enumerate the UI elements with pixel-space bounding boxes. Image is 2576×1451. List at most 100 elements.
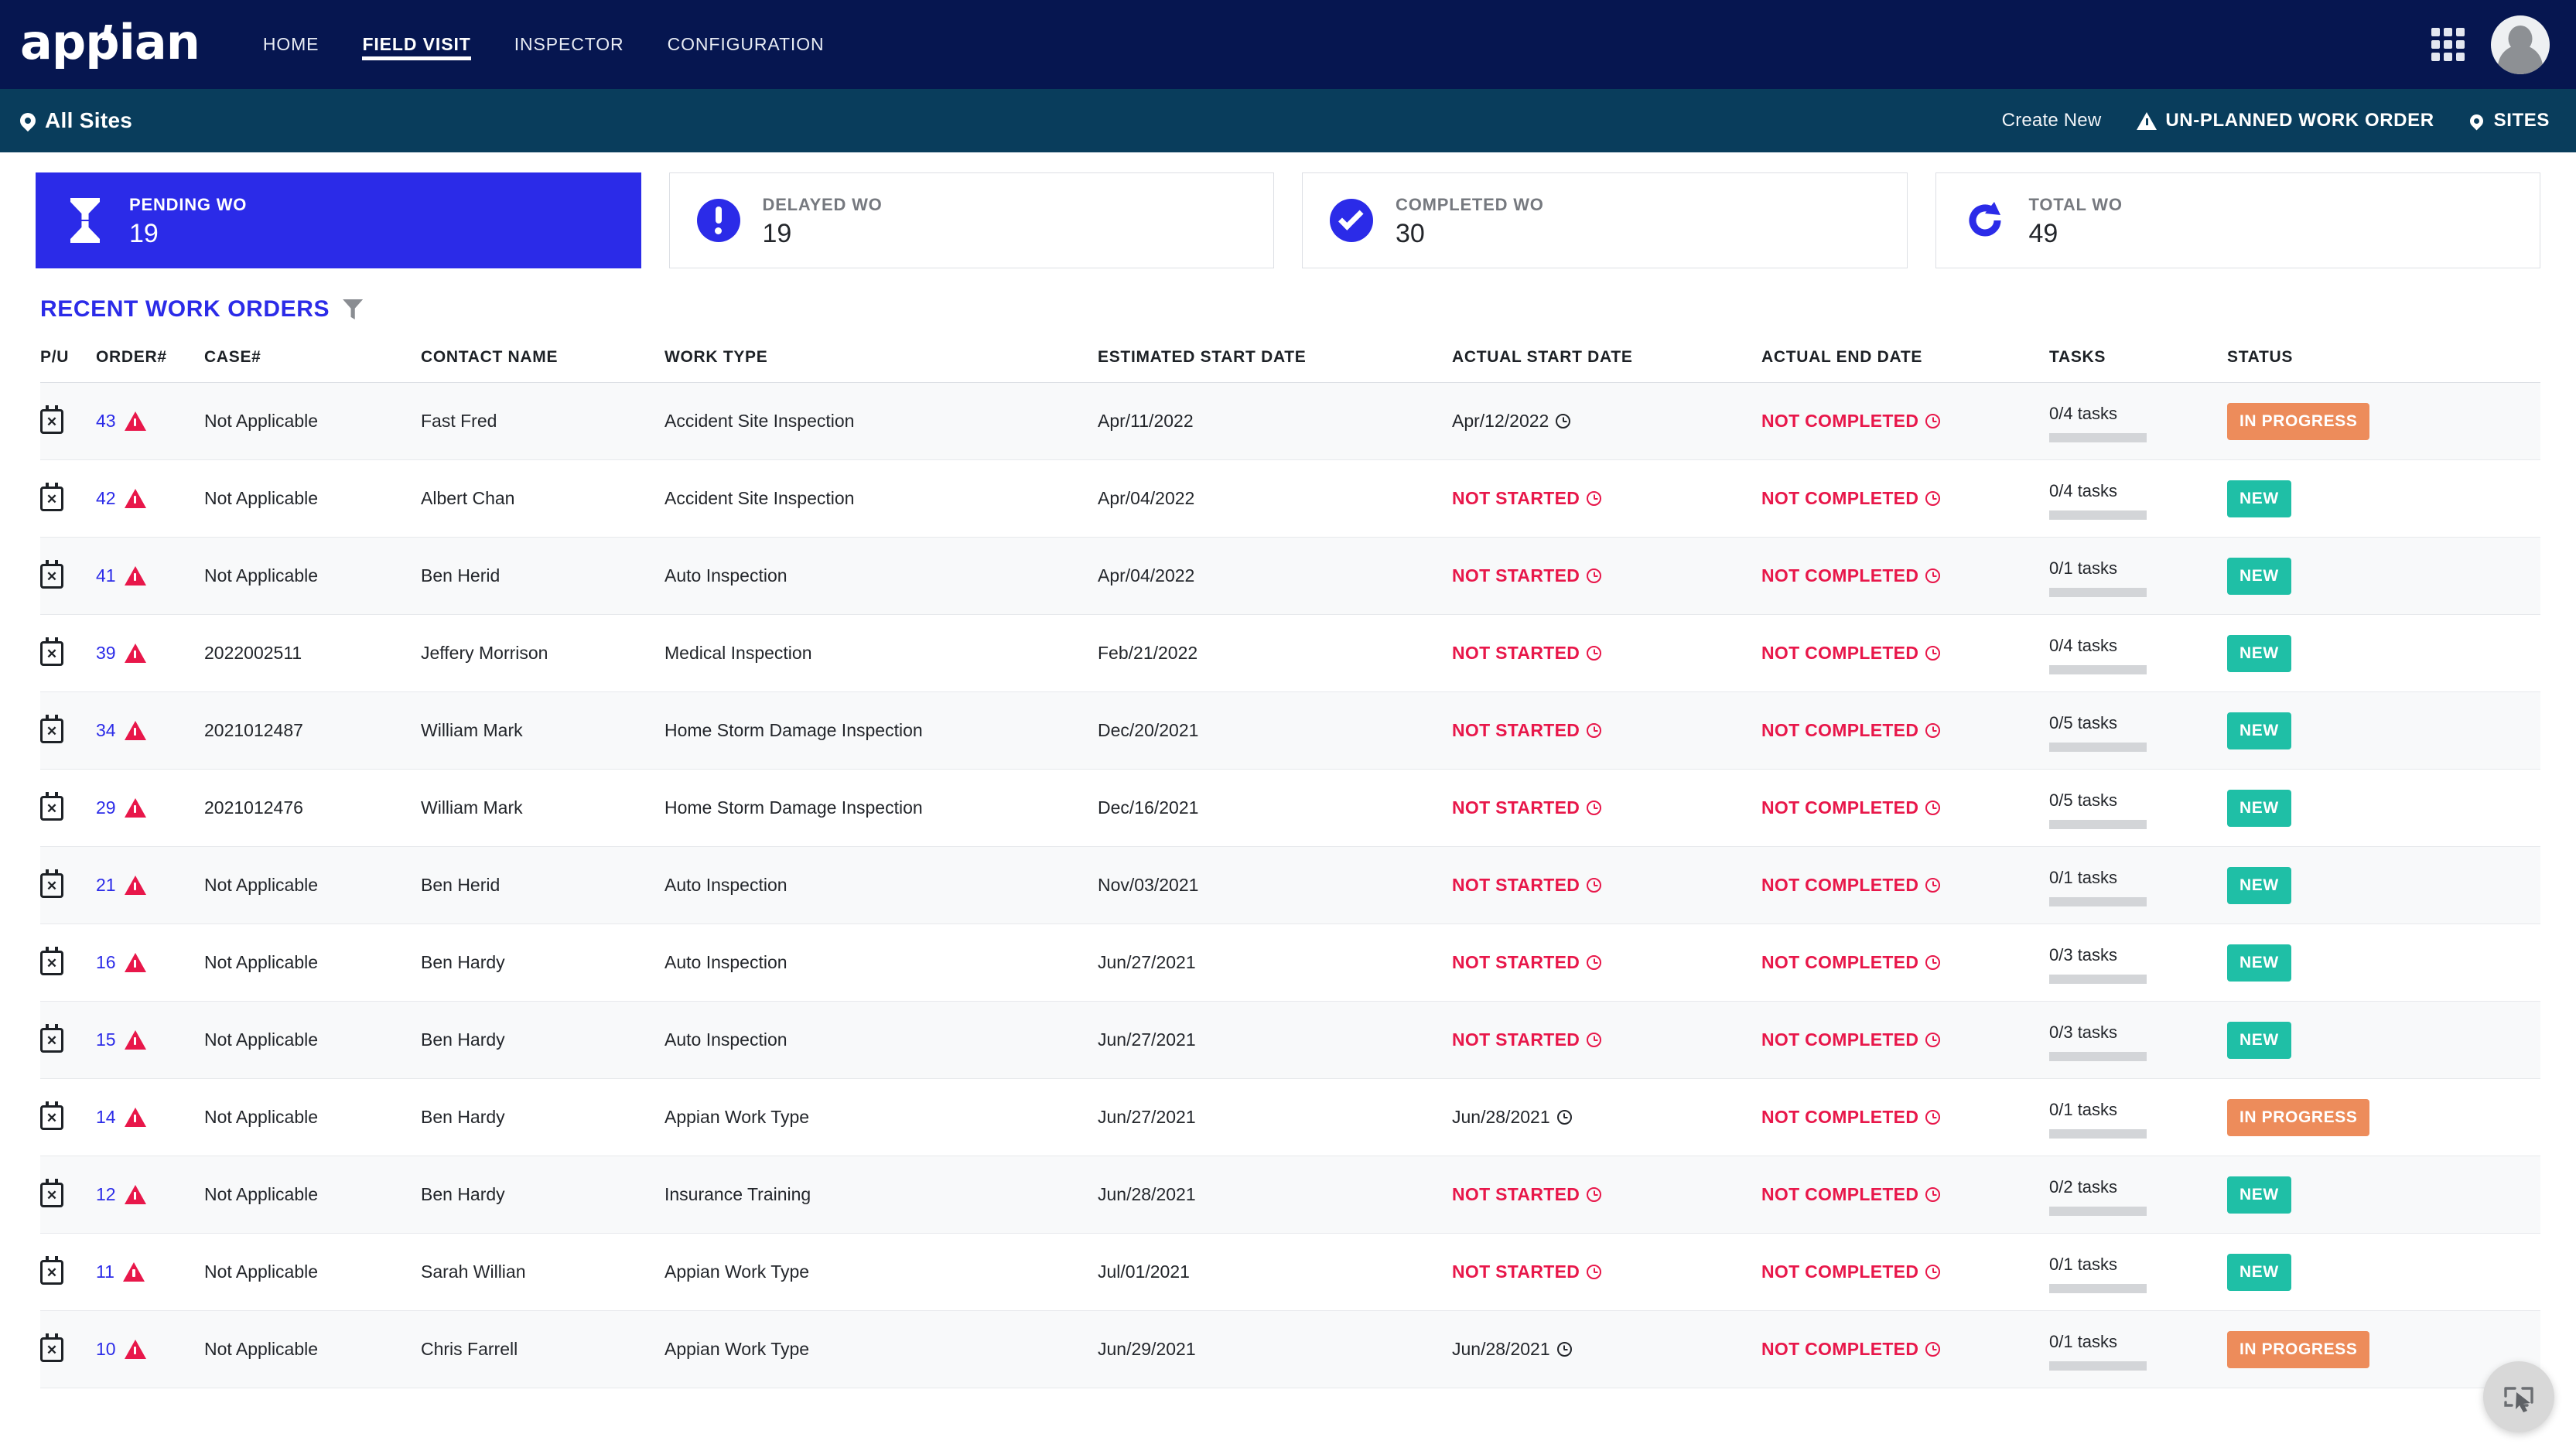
status-badge[interactable]: NEW — [2227, 480, 2291, 517]
actual-end-date-cell: NOT COMPLETED — [1761, 643, 2049, 664]
alert-triangle-icon[interactable] — [124, 1030, 146, 1050]
calendar-x-icon[interactable]: ✕ — [40, 482, 63, 511]
calendar-x-icon[interactable]: ✕ — [40, 1333, 63, 1362]
order-number-link[interactable]: 41 — [96, 565, 116, 586]
case-number-cell: Not Applicable — [204, 1184, 319, 1204]
order-number-link[interactable]: 43 — [96, 411, 116, 432]
calendar-x-icon[interactable]: ✕ — [40, 559, 63, 589]
status-badge[interactable]: IN PROGRESS — [2227, 402, 2370, 440]
tasks-progress-bar — [2049, 587, 2147, 597]
status-badge[interactable]: NEW — [2227, 944, 2291, 982]
order-number-link[interactable]: 14 — [96, 1107, 116, 1128]
alert-triangle-icon[interactable] — [124, 1340, 146, 1359]
status-badge[interactable]: NEW — [2227, 712, 2291, 749]
top-right-actions — [2431, 15, 2550, 74]
alert-triangle-icon[interactable] — [124, 566, 146, 586]
kpi-card-delayed-wo[interactable]: DELAYED WO 19 — [668, 172, 1274, 268]
alert-triangle-icon[interactable] — [124, 644, 146, 663]
order-number-link[interactable]: 15 — [96, 1029, 116, 1050]
calendar-x-icon[interactable]: ✕ — [40, 869, 63, 898]
status-badge[interactable]: NEW — [2227, 557, 2291, 595]
filter-funnel-icon[interactable] — [343, 299, 364, 319]
status-badge[interactable]: NEW — [2227, 1021, 2291, 1059]
order-number-link[interactable]: 12 — [96, 1184, 116, 1205]
order-number-link[interactable]: 29 — [96, 797, 116, 818]
calendar-x-icon[interactable]: ✕ — [40, 1255, 63, 1285]
refresh-circle-icon — [1961, 199, 2009, 242]
table-row[interactable]: ✕ 34 2021012487 William Mark Home Storm Dama… — [40, 692, 2540, 770]
kpi-card-completed-wo[interactable]: COMPLETED WO 30 — [1302, 172, 1908, 268]
alert-triangle-icon[interactable] — [124, 876, 146, 895]
calendar-x-icon[interactable]: ✕ — [40, 1178, 63, 1207]
table-row[interactable]: ✕ 16 Not Applicable Ben Hardy Auto Inspectio… — [40, 924, 2540, 1002]
calendar-x-icon[interactable]: ✕ — [40, 791, 63, 821]
alert-triangle-icon[interactable] — [124, 721, 146, 740]
nav-item-field-visit[interactable]: FIELD VISIT — [340, 0, 492, 89]
table-row[interactable]: ✕ 15 Not Applicable Ben Hardy Auto Inspectio… — [40, 1002, 2540, 1079]
case-number-cell: Not Applicable — [204, 1339, 319, 1359]
alert-triangle-icon[interactable] — [124, 1185, 146, 1204]
status-badge[interactable]: IN PROGRESS — [2227, 1330, 2370, 1368]
order-number-link[interactable]: 39 — [96, 643, 116, 664]
table-row[interactable]: ✕ 11 Not Applicable Sarah Willian Appian Wor… — [40, 1234, 2540, 1311]
user-avatar-icon[interactable] — [2491, 15, 2550, 74]
status-cell: IN PROGRESS — [2227, 1330, 2540, 1368]
tasks-count-label: 0/4 tasks — [2049, 403, 2118, 423]
order-cell: 16 — [96, 952, 204, 973]
tasks-cell: 0/4 tasks — [2049, 478, 2227, 520]
alert-triangle-icon[interactable] — [124, 411, 146, 431]
case-number-cell: Not Applicable — [204, 1262, 319, 1282]
nav-item-configuration[interactable]: CONFIGURATION — [646, 0, 846, 89]
status-badge[interactable]: NEW — [2227, 1176, 2291, 1214]
contact-name-cell: William Mark — [421, 797, 523, 818]
select-element-cursor-icon[interactable] — [2483, 1361, 2554, 1432]
order-number-link[interactable]: 21 — [96, 875, 116, 896]
alert-triangle-icon[interactable] — [124, 953, 146, 972]
order-number-link[interactable]: 34 — [96, 720, 116, 741]
calendar-x-icon[interactable]: ✕ — [40, 1023, 63, 1053]
table-row[interactable]: ✕ 21 Not Applicable Ben Herid Auto Inspectio… — [40, 847, 2540, 924]
kpi-card-pending-wo[interactable]: PENDING WO 19 — [36, 172, 641, 268]
table-row[interactable]: ✕ 41 Not Applicable Ben Herid Auto Inspectio… — [40, 538, 2540, 615]
pu-cell: ✕ — [40, 1101, 96, 1130]
status-cell: NEW — [2227, 1021, 2540, 1059]
alert-triangle-icon[interactable] — [124, 798, 146, 818]
status-badge[interactable]: NEW — [2227, 634, 2291, 672]
order-number-link[interactable]: 42 — [96, 488, 116, 509]
grid-icon[interactable] — [2431, 28, 2465, 61]
status-badge[interactable]: IN PROGRESS — [2227, 1098, 2370, 1136]
table-row[interactable]: ✕ 29 2021012476 William Mark Home Storm Dama… — [40, 770, 2540, 847]
create-new-button[interactable]: Create New — [2002, 110, 2102, 131]
table-row[interactable]: ✕ 10 Not Applicable Chris Farrell Appian Wor… — [40, 1311, 2540, 1388]
actual-start-date-value: NOT STARTED — [1452, 875, 1580, 895]
calendar-x-icon[interactable]: ✕ — [40, 1101, 63, 1130]
order-number-link[interactable]: 10 — [96, 1339, 116, 1360]
alert-triangle-icon[interactable] — [124, 489, 146, 508]
tasks-cell: 0/4 tasks — [2049, 401, 2227, 442]
status-badge[interactable]: NEW — [2227, 1253, 2291, 1291]
order-number-link[interactable]: 11 — [96, 1262, 114, 1282]
table-row[interactable]: ✕ 12 Not Applicable Ben Hardy Insurance Trai… — [40, 1156, 2540, 1234]
table-row[interactable]: ✕ 39 2022002511 Jeffery Morrison Medical Ins… — [40, 615, 2540, 692]
order-number-link[interactable]: 16 — [96, 952, 116, 973]
calendar-x-icon[interactable]: ✕ — [40, 946, 63, 975]
alert-triangle-icon[interactable] — [122, 1262, 145, 1282]
kpi-card-total-wo[interactable]: TOTAL WO 49 — [1935, 172, 2540, 268]
sites-button[interactable]: SITES — [2467, 110, 2550, 131]
calendar-x-icon[interactable]: ✕ — [40, 637, 63, 666]
nav-item-home[interactable]: HOME — [241, 0, 341, 89]
status-badge[interactable]: NEW — [2227, 789, 2291, 827]
calendar-x-icon[interactable]: ✕ — [40, 714, 63, 743]
table-row[interactable]: ✕ 14 Not Applicable Ben Hardy Appian Work Ty… — [40, 1079, 2540, 1156]
unplanned-work-order-button[interactable]: UN-PLANNED WORK ORDER — [2137, 110, 2434, 131]
actual-start-date-cell: NOT STARTED — [1452, 488, 1761, 509]
table-row[interactable]: ✕ 42 Not Applicable Albert Chan Accident Sit… — [40, 460, 2540, 538]
case-number-cell: Not Applicable — [204, 1029, 319, 1050]
calendar-x-icon[interactable]: ✕ — [40, 405, 63, 434]
appian-logo[interactable]: appian — [20, 18, 200, 67]
contact-name-cell: Albert Chan — [421, 488, 515, 508]
nav-item-inspector[interactable]: INSPECTOR — [493, 0, 646, 89]
table-row[interactable]: ✕ 43 Not Applicable Fast Fred Accident Site … — [40, 383, 2540, 460]
alert-triangle-icon[interactable] — [124, 1108, 146, 1127]
status-badge[interactable]: NEW — [2227, 866, 2291, 904]
